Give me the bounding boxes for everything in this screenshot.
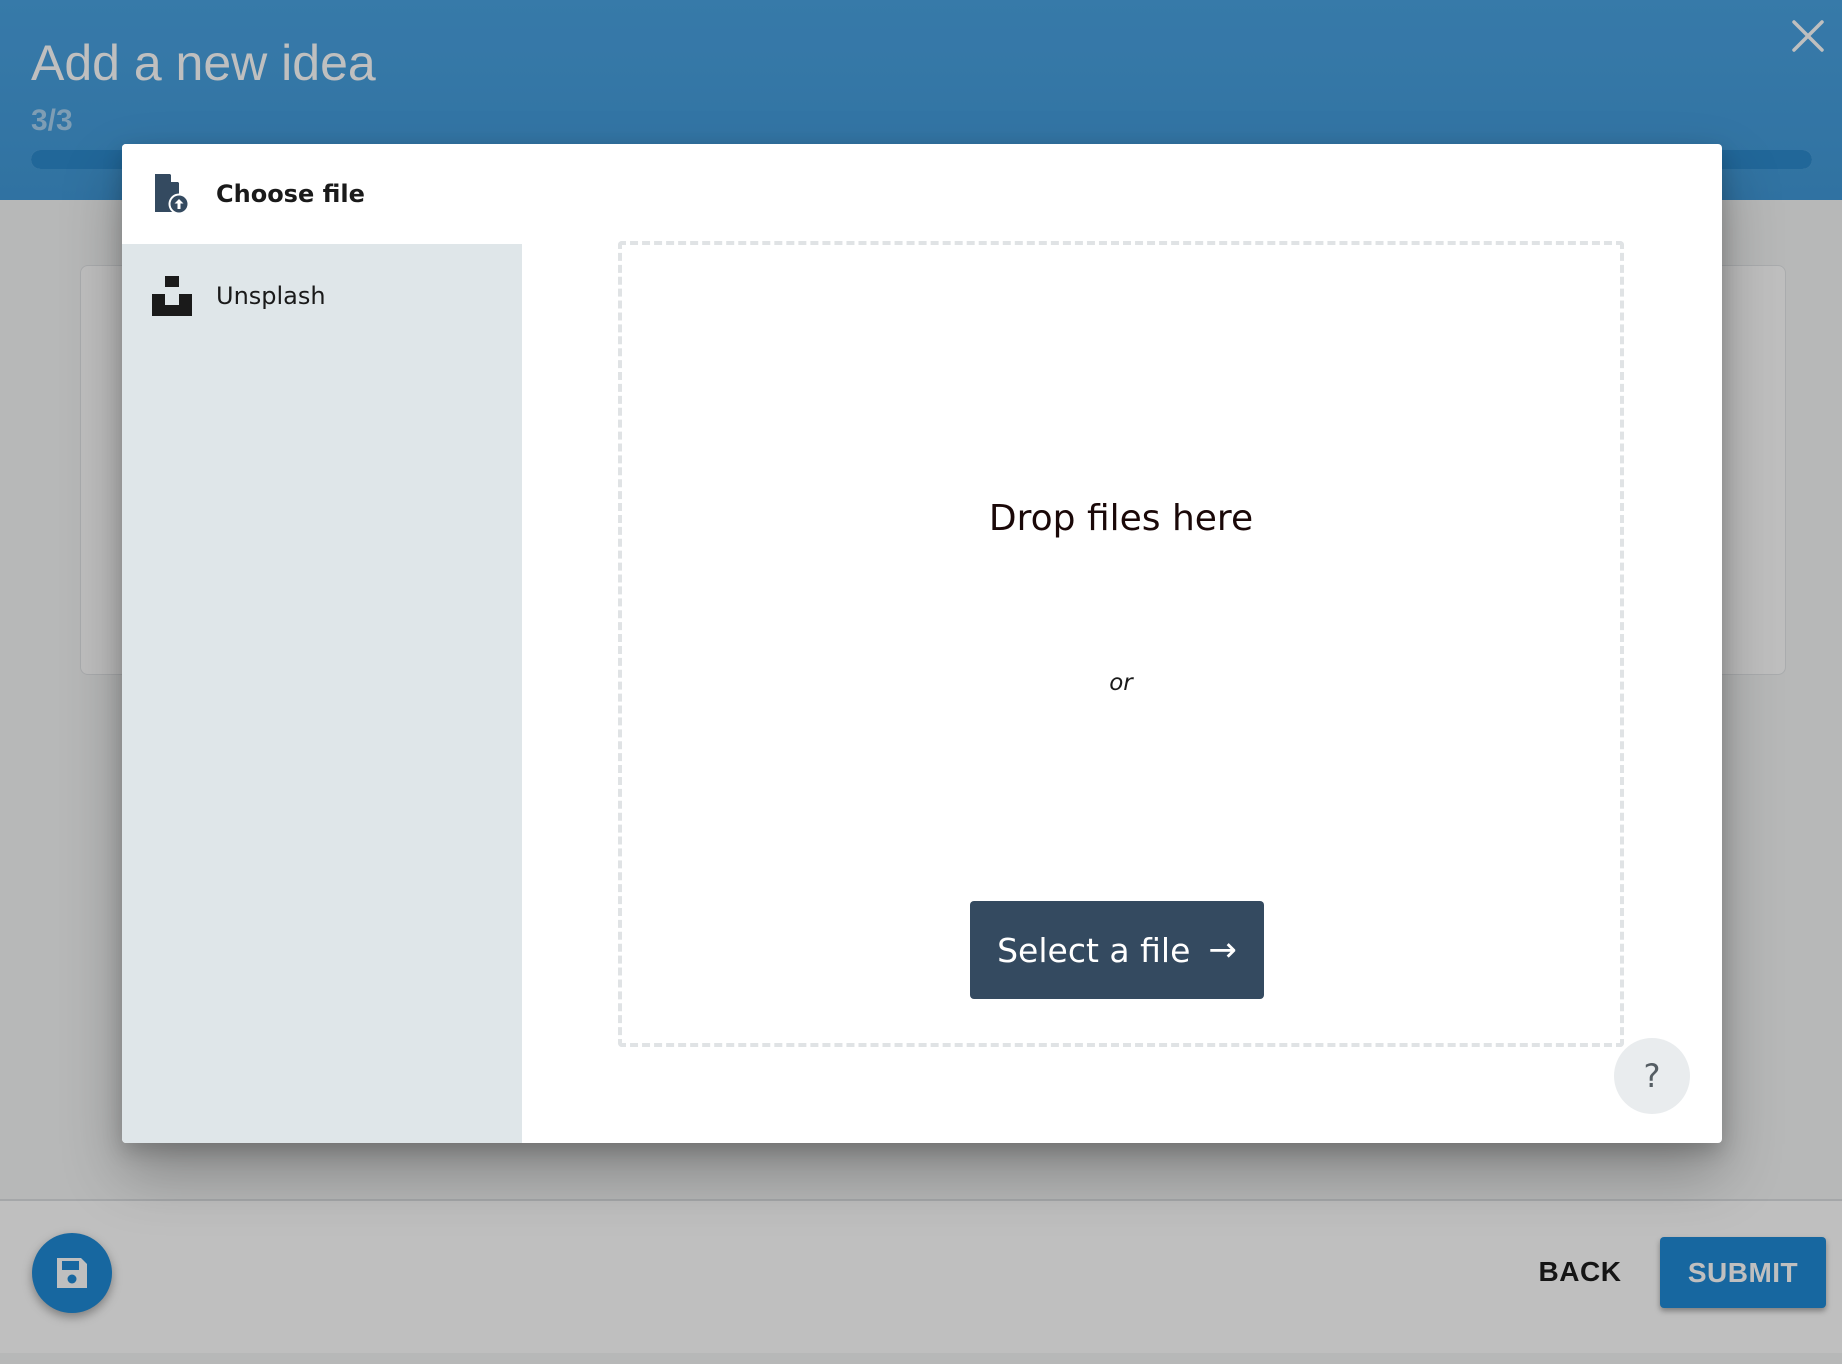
unsplash-logo-icon (152, 274, 192, 318)
drop-files-heading: Drop files here (988, 498, 1254, 539)
upload-source-sidebar: Choose file Unsplash (122, 144, 522, 1143)
file-drop-zone[interactable]: Drop files here or Select a file → (618, 241, 1624, 1047)
select-file-button[interactable]: Select a file → (970, 901, 1264, 999)
arrow-right-icon: → (1208, 930, 1237, 970)
select-file-label: Select a file (997, 930, 1191, 970)
source-label-choose-file: Choose file (216, 180, 365, 208)
source-label-unsplash: Unsplash (216, 282, 326, 310)
file-upload-icon (152, 172, 192, 216)
file-upload-modal: Choose file Unsplash Drop files here or … (122, 144, 1722, 1143)
help-button[interactable]: ? (1614, 1038, 1690, 1114)
source-choose-file[interactable]: Choose file (122, 144, 522, 244)
source-unsplash[interactable]: Unsplash (122, 246, 522, 346)
or-separator: or (1109, 670, 1133, 696)
